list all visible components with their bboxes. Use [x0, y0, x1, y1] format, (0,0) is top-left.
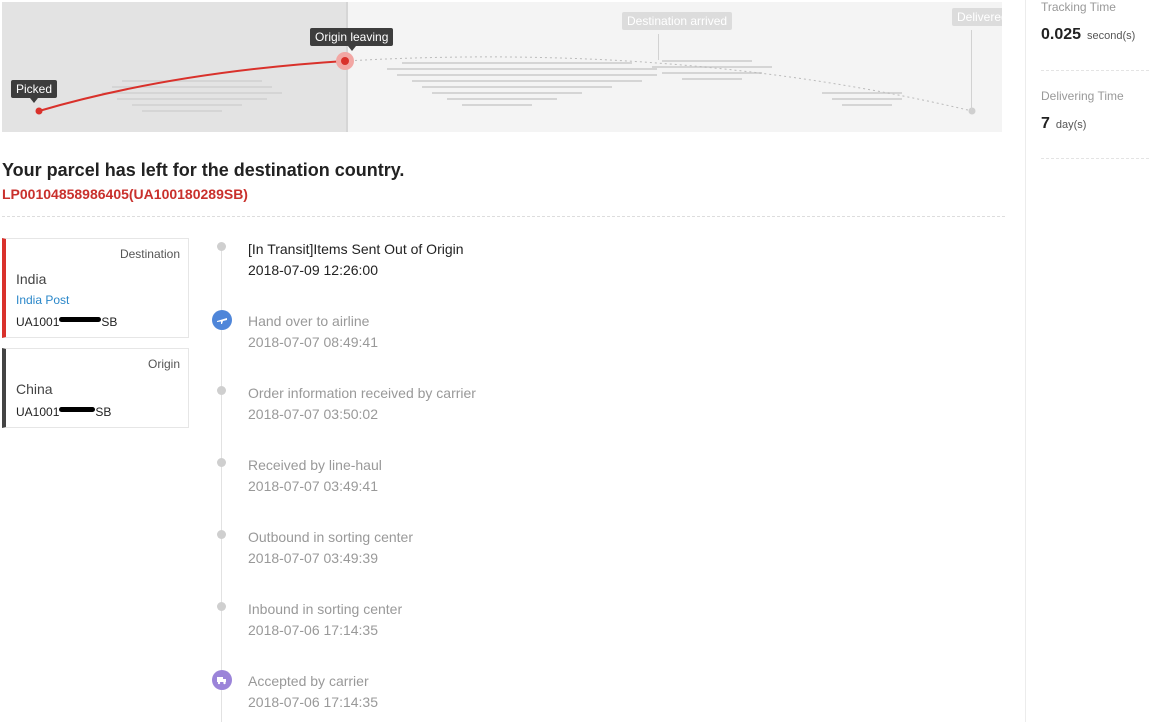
- timeline-event-time: 2018-07-07 03:50:02: [248, 406, 378, 422]
- airplane-icon: [212, 310, 232, 330]
- stage-destination-arrived-label: Destination arrived: [622, 12, 733, 30]
- destination-tracking-number: UA1001 SB: [16, 315, 117, 329]
- tracking-time-number: 0.025: [1041, 26, 1082, 43]
- stats-divider: [1041, 70, 1149, 71]
- timeline-event-title: [In Transit]Items Sent Out of Origin: [248, 241, 464, 257]
- destination-card: Destination India India Post UA1001 SB: [2, 238, 189, 338]
- timeline-event-title: Hand over to airline: [248, 313, 370, 329]
- destination-pin-line: [658, 34, 659, 60]
- origin-tracking-number: UA1001 SB: [16, 405, 111, 419]
- destination-number-prefix: UA1001: [16, 315, 60, 329]
- status-headline: Your parcel has left for the destination…: [2, 160, 405, 180]
- world-map-texture: [102, 60, 902, 112]
- destination-country: India: [16, 271, 47, 287]
- tracking-time-unit: second(s): [1087, 30, 1136, 42]
- current-location-marker: [341, 57, 349, 65]
- timeline-dot: [217, 530, 226, 539]
- stats-panel: Tracking Time 0.025 second(s) Delivering …: [1025, 0, 1151, 722]
- delivering-time-stat: Delivering Time 7 day(s): [1041, 89, 1149, 133]
- tracking-time-value: 0.025 second(s): [1041, 26, 1149, 44]
- timeline-event-time: 2018-07-06 17:14:35: [248, 694, 378, 710]
- delivering-time-label: Delivering Time: [1041, 89, 1124, 103]
- stage-picked-label: Picked: [11, 80, 58, 103]
- timeline-dot: [217, 386, 226, 395]
- timeline-dot: [217, 458, 226, 467]
- delivering-time-number: 7: [1041, 115, 1050, 132]
- timeline-event-title: Received by line-haul: [248, 457, 382, 473]
- stage-delivered-label: Delivered: [952, 8, 1002, 26]
- section-divider: [2, 216, 1005, 217]
- stage-origin-leaving-label: Origin leaving: [310, 28, 394, 51]
- tracking-time-label: Tracking Time: [1041, 0, 1116, 14]
- timeline-dot: [217, 242, 226, 251]
- truck-icon: [212, 670, 232, 690]
- destination-number-suffix: SB: [101, 315, 118, 329]
- origin-number-prefix: UA1001: [16, 405, 60, 419]
- timeline-event-time: 2018-07-06 17:14:35: [248, 622, 378, 638]
- delivering-time-unit: day(s): [1055, 119, 1087, 131]
- route-pending-line: [344, 56, 973, 112]
- delivered-pin-line: [971, 30, 972, 110]
- destination-carrier-link[interactable]: India Post: [16, 293, 69, 307]
- destination-role-label: Destination: [119, 247, 180, 261]
- origin-role-label: Origin: [147, 357, 180, 371]
- delivered-marker: [968, 107, 976, 115]
- timeline-event-time: 2018-07-07 03:49:39: [248, 550, 378, 566]
- timeline-event-time: 2018-07-07 03:49:41: [248, 478, 378, 494]
- picked-marker: [35, 107, 43, 115]
- timeline-event-title: Accepted by carrier: [248, 673, 369, 689]
- timeline-event-time: 2018-07-09 12:26:00: [248, 262, 378, 278]
- timeline-event-title: Order information received by carrier: [248, 385, 476, 401]
- timeline-dot: [217, 602, 226, 611]
- stats-divider: [1041, 158, 1149, 159]
- tracking-time-stat: Tracking Time 0.025 second(s): [1041, 0, 1149, 44]
- timeline-event-title: Outbound in sorting center: [248, 529, 413, 545]
- timeline-event-time: 2018-07-07 08:49:41: [248, 334, 378, 350]
- route-svg: [35, 52, 976, 115]
- shipment-progress-map: Picked Origin leaving Destination arrive…: [2, 2, 1002, 132]
- delivering-time-value: 7 day(s): [1041, 115, 1149, 133]
- tracking-number: LP00104858986405(UA100180289SB): [2, 186, 248, 202]
- origin-country: China: [16, 381, 53, 397]
- origin-number-suffix: SB: [95, 405, 112, 419]
- origin-card: Origin China UA1001 SB: [2, 348, 189, 428]
- timeline-event-title: Inbound in sorting center: [248, 601, 403, 617]
